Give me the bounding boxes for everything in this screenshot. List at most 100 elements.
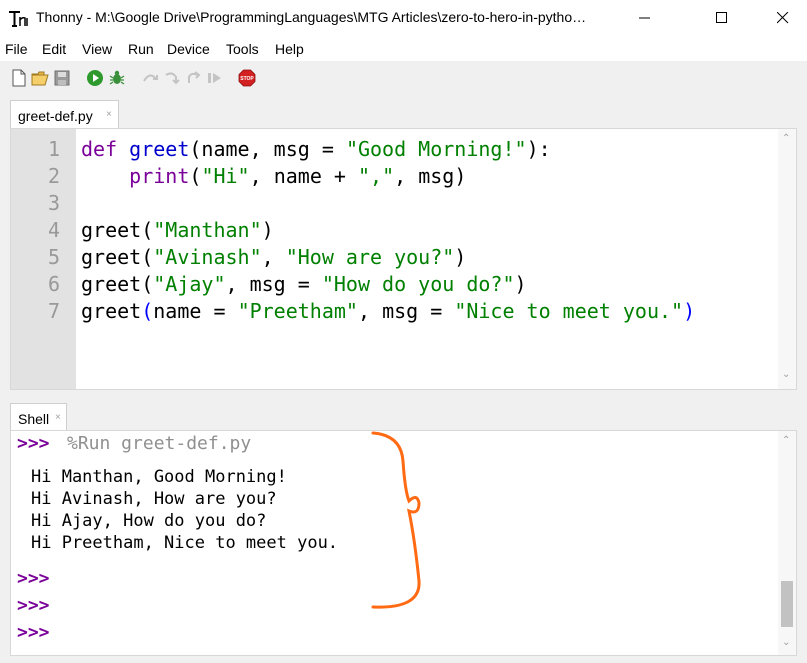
code-token: "How are you?" xyxy=(285,245,455,269)
output-line: Hi Manthan, Good Morning! xyxy=(31,467,287,487)
tab-label: greet-def.py xyxy=(18,108,93,124)
code-token: "How do you do?" xyxy=(321,272,515,296)
step-out-icon[interactable] xyxy=(185,69,203,87)
code-token: , msg = xyxy=(225,272,322,296)
code-editor[interactable]: 1 2 3 4 5 6 7 def greet(name, msg = "Goo… xyxy=(10,128,797,390)
shell-panel[interactable]: >>> %Run greet-def.py Hi Manthan, Good M… xyxy=(10,430,797,656)
code-line-2: print("Hi", name + ",", msg) xyxy=(81,164,466,188)
menu-edit[interactable]: Edit xyxy=(42,41,66,57)
run-command: %Run greet-def.py xyxy=(67,433,252,454)
code-line-6: greet("Ajay", msg = "How do you do?") xyxy=(81,272,527,296)
debug-icon[interactable] xyxy=(108,69,126,87)
output-line: Hi Ajay, How do you do? xyxy=(31,511,267,531)
code-token: "Hi" xyxy=(201,164,250,188)
run-icon[interactable] xyxy=(86,69,104,87)
code-line-5: greet("Avinash", "How are you?") xyxy=(81,245,466,269)
tab-shell[interactable]: Shell × xyxy=(10,403,67,430)
code-token: name = xyxy=(153,299,238,323)
code-line-4: greet("Manthan") xyxy=(81,218,274,242)
code-token: greet( xyxy=(81,218,154,242)
code-token: ) xyxy=(454,245,467,269)
stop-label: STOP xyxy=(240,76,254,82)
window-title: Thonny - M:\Google Drive\ProgrammingLang… xyxy=(36,9,587,25)
code-token: greet xyxy=(81,299,142,323)
menu-tools[interactable]: Tools xyxy=(226,41,259,57)
shell-prompt: >>> xyxy=(17,568,50,589)
code-line-1: def greet(name, msg = "Good Morning!"): xyxy=(81,137,551,161)
step-over-icon[interactable] xyxy=(141,69,159,87)
shell-scrollbar[interactable]: ⌃ ⌄ xyxy=(778,431,796,655)
code-token: (name, msg = xyxy=(189,137,346,161)
code-token: ( xyxy=(141,299,154,323)
stop-icon[interactable]: STOP xyxy=(238,69,256,87)
code-token: , name + xyxy=(249,164,358,188)
line-number: 6 xyxy=(47,272,60,296)
new-file-icon[interactable] xyxy=(10,69,28,87)
shell-tab-strip: Shell × xyxy=(0,403,807,430)
code-token: "Good Morning!" xyxy=(345,137,527,161)
code-token: greet( xyxy=(81,245,154,269)
tab-label: Shell xyxy=(18,411,50,427)
code-token: "Preetham" xyxy=(237,299,358,323)
close-icon xyxy=(777,12,789,24)
line-number: 4 xyxy=(47,218,60,242)
code-token: "Avinash" xyxy=(153,245,262,269)
line-number-gutter: 1 2 3 4 5 6 7 xyxy=(11,129,76,389)
minimize-button[interactable] xyxy=(622,0,668,37)
code-token: , msg = xyxy=(357,299,455,323)
scroll-down-icon[interactable]: ⌄ xyxy=(782,369,790,380)
menu-device[interactable]: Device xyxy=(167,41,210,57)
menu-help[interactable]: Help xyxy=(275,41,304,57)
scroll-down-icon[interactable]: ⌄ xyxy=(782,637,790,648)
code-token: ( xyxy=(189,164,202,188)
save-icon[interactable] xyxy=(53,69,71,87)
menu-file[interactable]: File xyxy=(5,41,28,57)
code-token: print xyxy=(129,164,190,188)
shell-prompt: >>> xyxy=(17,595,50,616)
resume-icon[interactable] xyxy=(206,69,224,87)
step-into-icon[interactable] xyxy=(163,69,181,87)
maximize-icon xyxy=(716,12,727,23)
line-number: 1 xyxy=(47,137,60,161)
line-number: 2 xyxy=(47,164,60,188)
maximize-button[interactable] xyxy=(699,0,745,37)
curly-brace-annotation xyxy=(371,431,421,609)
menu-run[interactable]: Run xyxy=(128,41,154,57)
code-token: ) xyxy=(683,299,696,323)
tab-close-icon[interactable]: × xyxy=(55,412,61,423)
open-folder-icon[interactable] xyxy=(31,69,49,87)
code-token: , xyxy=(261,245,286,269)
scroll-thumb[interactable] xyxy=(781,581,793,627)
code-token: ) xyxy=(514,272,527,296)
output-line: Hi Preetham, Nice to meet you. xyxy=(31,533,339,553)
code-token: ): xyxy=(526,137,551,161)
line-number: 3 xyxy=(47,191,60,215)
code-token: greet( xyxy=(81,272,154,296)
title-bar: Thonny - M:\Google Drive\ProgrammingLang… xyxy=(0,0,807,37)
thonny-logo-icon xyxy=(9,11,28,27)
line-number: 7 xyxy=(47,299,60,323)
code-token: def xyxy=(81,137,118,161)
code-token: "Nice to meet you." xyxy=(454,299,684,323)
output-line: Hi Avinash, How are you? xyxy=(31,489,277,509)
code-token: "," xyxy=(357,164,395,188)
tab-close-icon[interactable]: × xyxy=(106,109,112,120)
tab-greet-def[interactable]: greet-def.py × xyxy=(10,100,119,128)
editor-scrollbar[interactable]: ⌃ ⌄ xyxy=(778,129,796,389)
line-number: 5 xyxy=(47,245,60,269)
code-token: "Manthan" xyxy=(153,218,262,242)
close-button[interactable] xyxy=(760,0,806,37)
editor-tab-strip: greet-def.py × xyxy=(0,100,807,128)
toolbar: STOP xyxy=(0,61,807,94)
shell-prompt: >>> xyxy=(17,433,50,454)
scroll-up-icon[interactable]: ⌃ xyxy=(782,133,790,144)
menu-view[interactable]: View xyxy=(82,41,112,57)
menu-bar: File Edit View Run Device Tools Help xyxy=(0,37,807,61)
scroll-up-icon[interactable]: ⌃ xyxy=(782,435,790,446)
shell-prompt: >>> xyxy=(17,622,50,643)
code-token: "Ajay" xyxy=(153,272,226,296)
code-token: ) xyxy=(261,218,274,242)
code-token: greet xyxy=(129,137,190,161)
